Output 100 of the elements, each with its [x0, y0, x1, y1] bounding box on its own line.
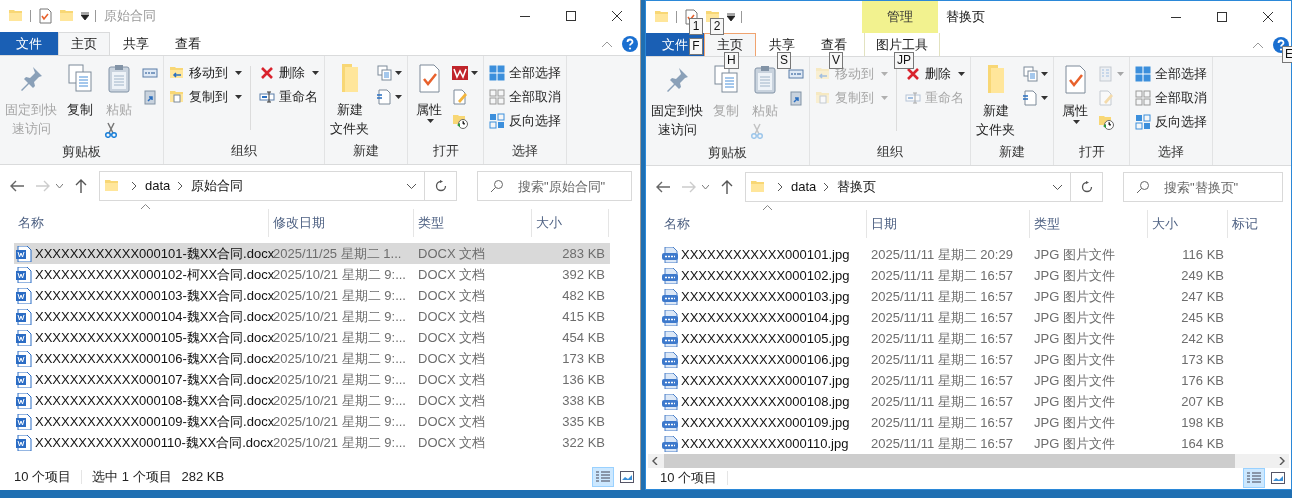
file-row[interactable]: XXXXXXXXXXXX000106-魏XX合同.docx2025/10/21 星期二 9:... DOCX 文档 173 KB: [14, 348, 610, 369]
ribbon-button[interactable]: 全部选择: [1133, 63, 1209, 85]
table-cell-text: 2025/11/11 星期二 16:57: [870, 287, 1014, 306]
file-row[interactable]: XXXXXXXXXXXX000102.jpg 2025/11/11 星期二 16:57 JPG 图片文件 249 KB: [660, 265, 1230, 286]
refresh-icon: [1080, 181, 1093, 193]
window-title: 替换页: [946, 8, 985, 27]
ribbon-button[interactable]: 删除: [257, 62, 321, 84]
ribbon-button[interactable]: 反向选择: [487, 110, 563, 132]
folder-icon: [8, 8, 24, 24]
file-row[interactable]: XXXXXXXXXXXX000105.jpg 2025/11/11 星期二 16:57 JPG 图片文件 242 KB: [660, 328, 1230, 349]
key-tip: E: [1282, 46, 1292, 63]
file-row[interactable]: XXXXXXXXXXXX000101-魏XX合同.docx2025/11/25 星期二 1... DOCX 文档 283 KB: [14, 243, 610, 264]
ribbon-icon-button[interactable]: [1020, 87, 1050, 109]
file-row[interactable]: XXXXXXXXXXXX000105-魏XX合同.docx2025/10/21 星期二 9:... DOCX 文档 454 KB: [14, 327, 610, 348]
column-header[interactable]: 日期: [867, 214, 897, 234]
ribbon-button[interactable]: 固定到快 速访问: [649, 57, 705, 139]
ribbon-button[interactable]: 反向选择: [1133, 111, 1209, 133]
column-header[interactable]: 类型: [414, 213, 444, 233]
column-header[interactable]: 大小: [1148, 214, 1178, 234]
column-header[interactable]: 修改日期: [269, 213, 325, 233]
table-cell-text: DOCX 文档: [417, 433, 487, 452]
ribbon-button[interactable]: 新建 文件夹: [974, 57, 1017, 139]
help-button[interactable]: [622, 35, 638, 52]
up-button[interactable]: [75, 179, 87, 193]
image-file-icon: [662, 309, 678, 326]
breadcrumb[interactable]: 替换页: [837, 177, 877, 197]
breadcrumb[interactable]: data: [145, 176, 171, 196]
file-row[interactable]: XXXXXXXXXXXX000107-魏XX合同.docx2025/10/21 星期二 9:... DOCX 文档 136 KB: [14, 369, 610, 390]
file-row[interactable]: XXXXXXXXXXXX000109-魏XX合同.docx2025/10/21 星期二 9:... DOCX 文档 335 KB: [14, 411, 610, 432]
select-all-icon: [489, 65, 505, 81]
ribbon-icon-button[interactable]: [374, 86, 404, 108]
customize-caret-icon: [81, 12, 89, 20]
group-label: 组织: [231, 142, 257, 160]
back-button[interactable]: [656, 181, 670, 193]
file-name: XXXXXXXXXXXX000109.jpg: [681, 413, 850, 432]
status-text: 10 个项目: [660, 469, 718, 488]
ribbon-tab[interactable]: 共享: [110, 32, 162, 55]
ribbon-button[interactable]: 重命名: [257, 86, 321, 108]
file-tab[interactable]: 文件: [0, 32, 58, 55]
ribbon-tab[interactable]: 图片工具: [864, 33, 940, 56]
ribbon-button[interactable]: 复制到: [167, 86, 244, 108]
file-row[interactable]: XXXXXXXXXXXX000103-魏XX合同.docx2025/10/21 星期二 9:... DOCX 文档 482 KB: [14, 285, 610, 306]
chevron-icon: [824, 183, 830, 191]
file-row[interactable]: XXXXXXXXXXXX000110.jpg 2025/11/11 星期二 16:57 JPG 图片文件 164 KB: [660, 433, 1230, 454]
recent-locations-button[interactable]: [702, 184, 709, 190]
move-to-icon: [169, 65, 185, 81]
table-cell-text: 2025/11/11 星期二 16:57: [870, 350, 1014, 369]
column-header[interactable]: 大小: [532, 213, 562, 233]
file-row[interactable]: XXXXXXXXXXXX000102-柯XX合同.docx2025/10/21 星期二 9:... DOCX 文档 392 KB: [14, 264, 610, 285]
back-button[interactable]: [10, 180, 24, 192]
ribbon-button[interactable]: 全部取消: [487, 86, 563, 108]
ribbon-button[interactable]: 属性: [1057, 57, 1093, 124]
ribbon-tab[interactable]: 主页: [58, 32, 110, 55]
ribbon-icon-button[interactable]: [1020, 63, 1050, 85]
customize-caret-icon: [727, 13, 735, 21]
file-row[interactable]: XXXXXXXXXXXX000106.jpg 2025/11/11 星期二 16:57 JPG 图片文件 173 KB: [660, 349, 1230, 370]
address-bar[interactable]: data 替换页: [745, 172, 1103, 202]
caret-icon: [1073, 120, 1080, 124]
column-header[interactable]: 名称: [660, 214, 690, 234]
table-cell-text: JPG 图片文件: [1033, 266, 1116, 285]
up-button[interactable]: [721, 180, 733, 194]
ribbon-tab[interactable]: 查看: [162, 32, 214, 55]
file-row[interactable]: XXXXXXXXXXXX000107.jpg 2025/11/11 星期二 16:57 JPG 图片文件 176 KB: [660, 370, 1230, 391]
file-row[interactable]: XXXXXXXXXXXX000104.jpg 2025/11/11 星期二 16:57 JPG 图片文件 245 KB: [660, 307, 1230, 328]
file-row[interactable]: XXXXXXXXXXXX000109.jpg 2025/11/11 星期二 16:57 JPG 图片文件 198 KB: [660, 412, 1230, 433]
ribbon-button[interactable]: 全部取消: [1133, 87, 1209, 109]
copy-path-icon: [142, 65, 158, 81]
ribbon-button[interactable]: 全部选择: [487, 62, 563, 84]
file-name: XXXXXXXXXXXX000106.jpg: [681, 350, 850, 369]
column-header[interactable]: 名称: [14, 213, 44, 233]
caret-icon: [395, 95, 402, 99]
key-tip: F: [689, 38, 703, 55]
file-row[interactable]: XXXXXXXXXXXX000104-魏XX合同.docx2025/10/21 星期二 9:... DOCX 文档 415 KB: [14, 306, 610, 327]
file-name: XXXXXXXXXXXX000101.jpg: [681, 245, 850, 264]
column-header[interactable]: 标记: [1228, 214, 1258, 234]
back-arrow-icon: [656, 181, 670, 193]
file-row[interactable]: XXXXXXXXXXXX000103.jpg 2025/11/11 星期二 16:57 JPG 图片文件 247 KB: [660, 286, 1230, 307]
column-header[interactable]: 类型: [1030, 214, 1060, 234]
word-document-icon: [16, 434, 32, 451]
file-row[interactable]: XXXXXXXXXXXX000101.jpg 2025/11/11 星期二 20:29 JPG 图片文件 116 KB: [660, 244, 1230, 265]
select-all-icon: [1135, 66, 1151, 82]
ribbon-button[interactable]: 属性: [411, 56, 447, 123]
file-row[interactable]: XXXXXXXXXXXX000108-魏XX合同.docx2025/10/21 星期二 9:... DOCX 文档 338 KB: [14, 390, 610, 411]
ribbon-button[interactable]: 复制: [62, 56, 98, 119]
ribbon-button[interactable]: 移动到: [167, 62, 244, 84]
key-tip: V: [829, 52, 843, 69]
ribbon-button[interactable]: 新建 文件夹: [328, 56, 371, 138]
breadcrumb[interactable]: 原始合同: [191, 176, 244, 196]
ribbon-icon-button[interactable]: [374, 62, 404, 84]
table-cell-text: 2025/11/11 星期二 16:57: [870, 371, 1014, 390]
file-name: XXXXXXXXXXXX000107-魏XX合同.docx: [35, 370, 275, 389]
search-field[interactable]: 搜索"原始合同": [477, 171, 632, 201]
file-row[interactable]: XXXXXXXXXXXX000110-魏XX合同.docx2025/10/21 星期二 9:... DOCX 文档 322 KB: [14, 432, 610, 453]
file-row[interactable]: XXXXXXXXXXXX000108.jpg 2025/11/11 星期二 16:57 JPG 图片文件 207 KB: [660, 391, 1230, 412]
address-bar[interactable]: data 原始合同: [99, 171, 457, 201]
breadcrumb[interactable]: data: [791, 177, 817, 197]
recent-locations-button[interactable]: [56, 183, 63, 189]
search-field[interactable]: 搜索"替换页": [1123, 172, 1283, 202]
ribbon-tab[interactable]: 主页: [704, 33, 756, 56]
horizontal-scrollbar[interactable]: [648, 454, 1289, 468]
